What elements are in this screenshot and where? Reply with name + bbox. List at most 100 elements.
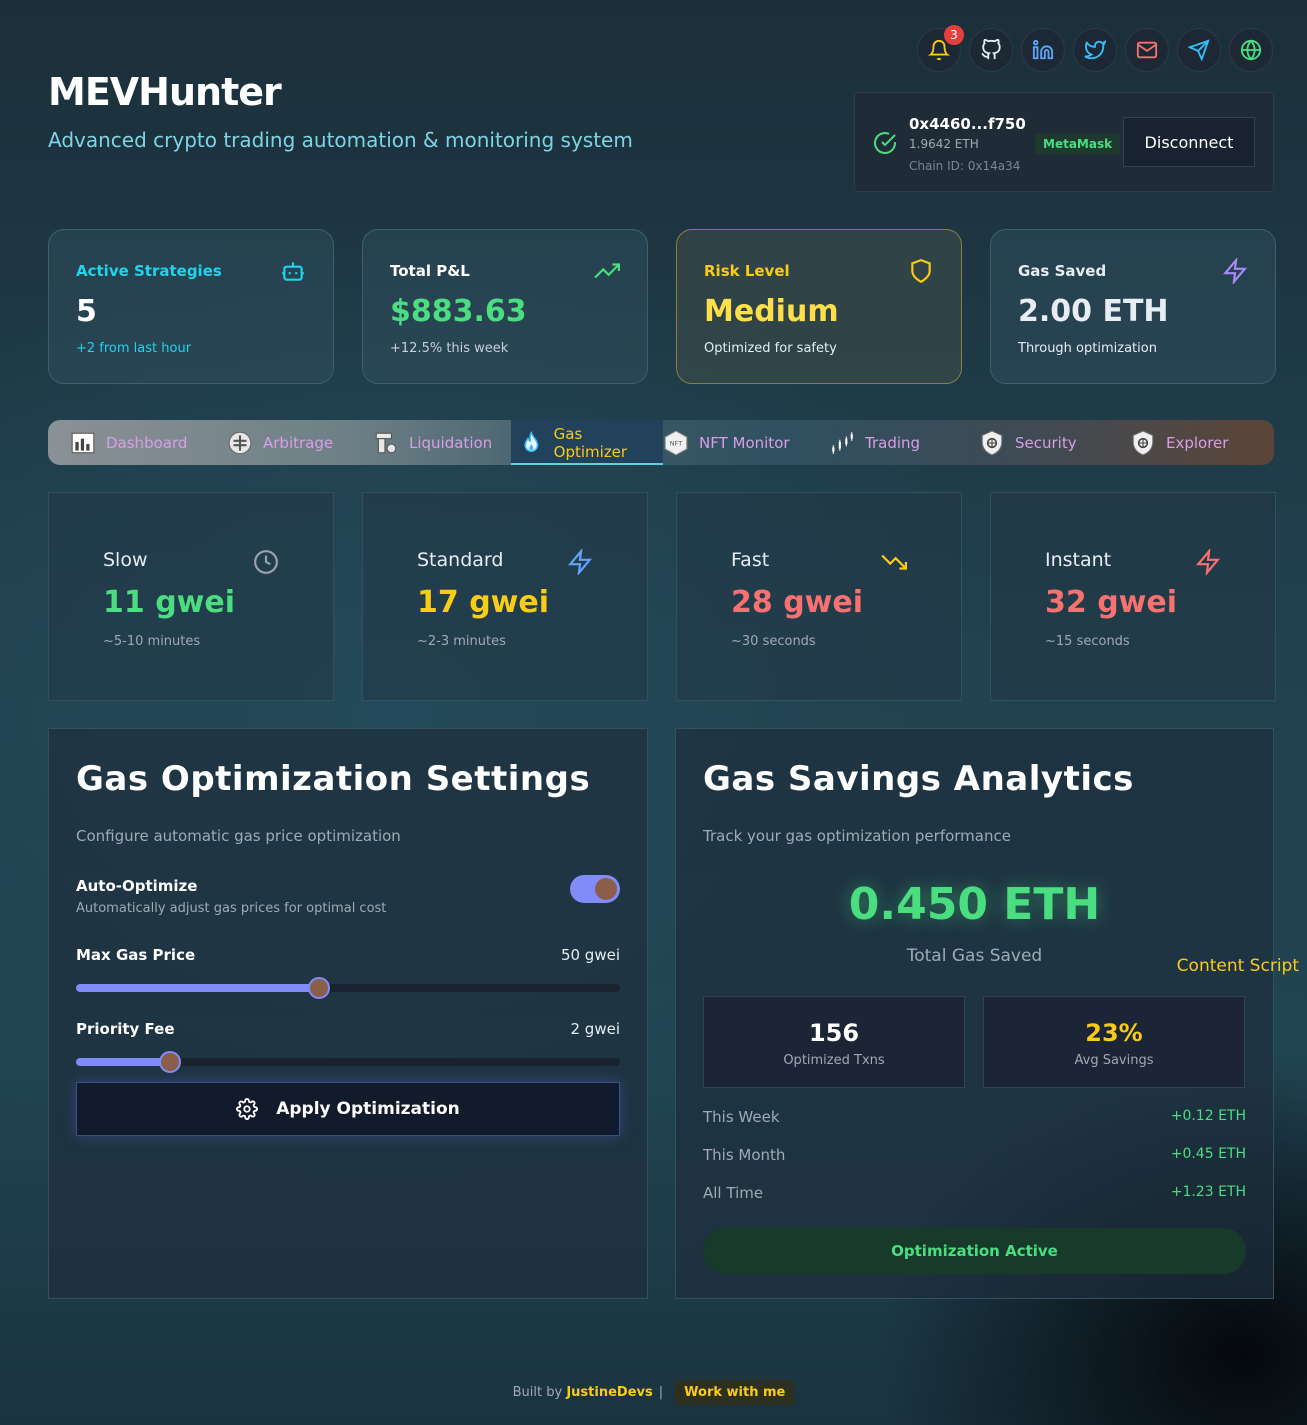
gas-tier-time: ~5-10 minutes	[103, 634, 201, 649]
max-gas-value: 50 gwei	[560, 946, 620, 964]
trending-down-icon	[881, 554, 907, 570]
built-by-text: Built by	[512, 1385, 563, 1400]
stat-value: $883.63	[390, 294, 527, 329]
shield-icon	[911, 259, 931, 284]
stat-label: Risk Level	[704, 262, 790, 280]
wallet-address: 0x4460...f750	[909, 115, 1026, 133]
stat-sub: Optimized for safety	[704, 341, 837, 356]
tab-explorer[interactable]: Explorer	[1130, 420, 1250, 465]
optimized-txns-card: 156 Optimized Txns	[703, 996, 965, 1088]
bell-icon[interactable]: 3	[917, 25, 964, 72]
twitter-icon[interactable]	[1073, 28, 1117, 72]
gas-tier-standard[interactable]: Standard 17 gwei ~2-3 minutes	[362, 492, 648, 701]
auto-optimize-toggle[interactable]	[570, 875, 620, 903]
stat-label: Active Strategies	[76, 262, 222, 280]
priority-fee-label: Priority Fee	[76, 1020, 175, 1038]
max-gas-thumb[interactable]	[308, 977, 331, 999]
period-row: All Time +1.23 ETH	[703, 1184, 1246, 1202]
trending-up-icon	[594, 263, 620, 279]
settings-title: Gas Optimization Settings	[76, 759, 591, 799]
gas-tier-time: ~2-3 minutes	[417, 634, 506, 649]
footer-separator: |	[658, 1385, 664, 1400]
stat-card-total-pnl: Total P&L $883.63 +12.5% this week	[362, 229, 648, 384]
stat-card-active-strategies: Active Strategies 5 +2 from last hour	[48, 229, 334, 384]
tab-gas-optimizer[interactable]: Gas Optimizer	[511, 420, 663, 465]
tab-liquidation[interactable]: Liquidation	[373, 420, 511, 465]
period-label: This Week	[703, 1108, 780, 1126]
explorer-shield-icon	[1132, 429, 1154, 456]
max-gas-fill	[76, 984, 320, 992]
dashboard-icon	[71, 432, 95, 453]
arbitrage-icon	[228, 431, 252, 454]
gas-tier-slow[interactable]: Slow 11 gwei ~5-10 minutes	[48, 492, 334, 701]
tab-dashboard[interactable]: Dashboard	[70, 420, 227, 465]
optimization-active-status[interactable]: Optimization Active	[703, 1228, 1246, 1274]
stat-value: Medium	[704, 294, 839, 329]
stat-value: 2.00 ETH	[1018, 294, 1169, 329]
flame-icon	[524, 430, 539, 452]
stat-sub: +12.5% this week	[390, 341, 509, 356]
tab-trading[interactable]: Trading	[829, 420, 979, 465]
stat-value: 5	[76, 294, 97, 329]
settings-panel: Gas Optimization Settings Configure auto…	[48, 728, 648, 1299]
wallet-balance: 1.9642 ETH	[909, 137, 979, 151]
gas-tiers: Slow 11 gwei ~5-10 minutes Standard 17 g…	[48, 492, 1276, 701]
author-link[interactable]: JustineDevs	[566, 1385, 652, 1400]
svg-text:NFT: NFT	[670, 439, 682, 447]
avg-savings-value: 23%	[1085, 1019, 1143, 1047]
settings-description: Configure automatic gas price optimizati…	[76, 827, 401, 845]
optimized-txns-label: Optimized Txns	[783, 1053, 885, 1068]
max-gas-row: Max Gas Price 50 gwei	[76, 946, 620, 999]
priority-fee-thumb[interactable]	[158, 1051, 181, 1073]
max-gas-slider[interactable]	[76, 977, 620, 999]
tab-label: Security	[1015, 433, 1077, 452]
tab-nft-monitor[interactable]: NFT NFT Monitor	[663, 420, 829, 465]
zap-icon	[1195, 549, 1221, 575]
gas-tier-instant[interactable]: Instant 32 gwei ~15 seconds	[990, 492, 1276, 701]
disconnect-button[interactable]: Disconnect	[1123, 117, 1255, 167]
gas-tier-price: 11 gwei	[103, 585, 236, 620]
tab-label: Liquidation	[409, 433, 493, 452]
analytics-title: Gas Savings Analytics	[703, 759, 1134, 799]
tab-label: NFT Monitor	[699, 433, 790, 452]
max-gas-label: Max Gas Price	[76, 946, 196, 964]
nft-icon: NFT	[664, 429, 688, 456]
total-gas-saved-label: Total Gas Saved	[906, 946, 1043, 966]
tab-arbitrage[interactable]: Arbitrage	[227, 420, 373, 465]
total-gas-saved-value: 0.450 ETH	[848, 879, 1101, 930]
period-amount: +0.45 ETH	[1170, 1146, 1246, 1162]
priority-fee-value: 2 gwei	[570, 1020, 621, 1038]
linkedin-icon[interactable]	[1021, 28, 1065, 72]
work-with-me-button[interactable]: Work with me	[675, 1380, 795, 1405]
period-label: This Month	[703, 1146, 786, 1164]
priority-fee-row: Priority Fee 2 gwei	[76, 1020, 621, 1073]
gear-icon	[236, 1098, 259, 1120]
analytics-panel: Gas Savings Analytics Track your gas opt…	[675, 728, 1274, 1299]
stat-sub: +2 from last hour	[76, 341, 192, 356]
gas-tier-fast[interactable]: Fast 28 gwei ~30 seconds	[676, 492, 962, 701]
github-icon[interactable]	[969, 28, 1013, 72]
avg-savings-card: 23% Avg Savings	[983, 996, 1245, 1088]
app-title: MEVHunter	[48, 70, 282, 114]
gas-tier-price: 17 gwei	[417, 585, 550, 620]
gas-tier-price: 28 gwei	[731, 585, 864, 620]
tab-label: Arbitrage	[263, 433, 334, 452]
priority-fee-slider[interactable]	[76, 1051, 620, 1073]
footer: Built by JustineDevs | Work with me	[0, 1380, 1307, 1405]
brand: MEVHunter Advanced crypto trading automa…	[48, 70, 633, 152]
mail-icon[interactable]	[1125, 28, 1169, 72]
zap-icon	[567, 549, 593, 575]
social-bar: 3	[917, 25, 1273, 72]
apply-optimization-button[interactable]: Apply Optimization	[76, 1082, 620, 1136]
tab-security[interactable]: Security	[979, 420, 1130, 465]
apply-label: Apply Optimization	[276, 1099, 460, 1119]
liquidation-icon	[375, 432, 397, 453]
check-circle-icon	[874, 132, 896, 154]
clock-icon	[254, 550, 278, 574]
tab-label: Trading	[865, 433, 921, 452]
telegram-icon[interactable]	[1177, 28, 1221, 72]
priority-fee-fill	[76, 1058, 170, 1066]
zap-icon	[1222, 258, 1248, 284]
globe-icon[interactable]	[1229, 28, 1273, 72]
toggle-knob	[595, 878, 617, 900]
